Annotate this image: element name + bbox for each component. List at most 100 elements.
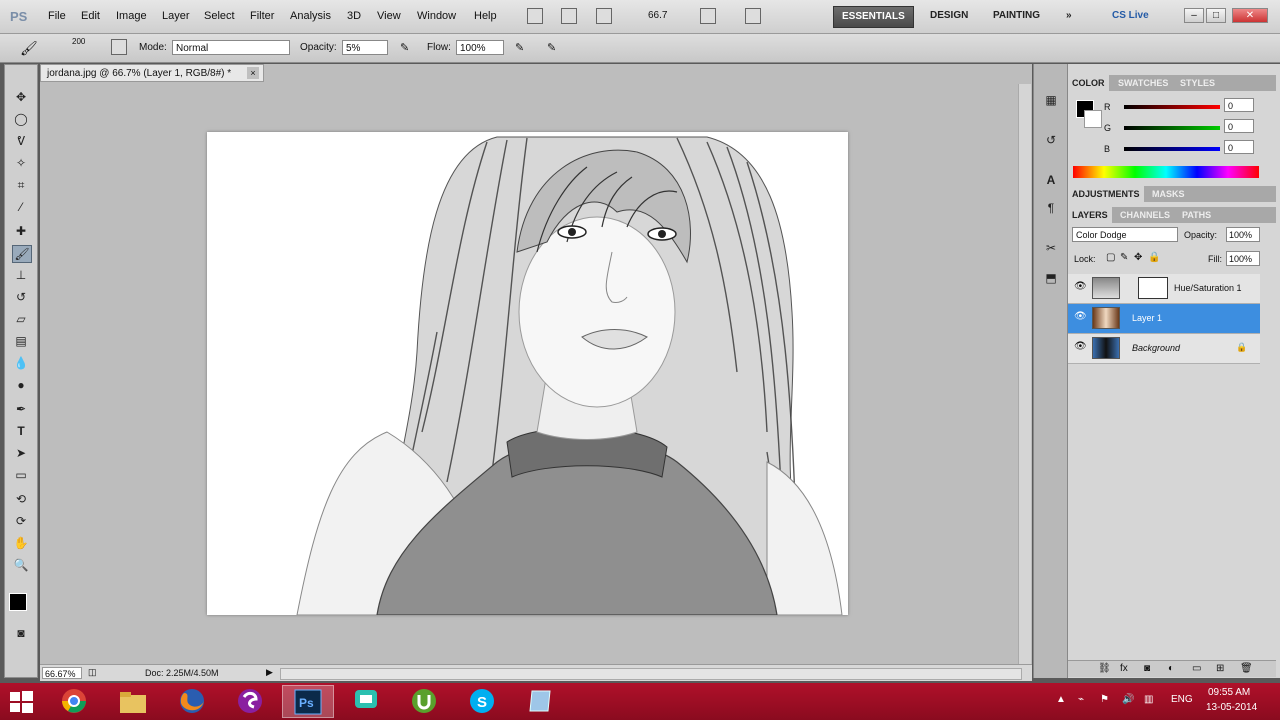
language-indicator[interactable]: ENG: [1171, 694, 1193, 705]
tab-styles[interactable]: STYLES: [1176, 75, 1219, 91]
dodge-tool-icon[interactable]: ●: [12, 377, 30, 393]
brush-tool-preset-icon[interactable]: 🖌: [20, 40, 38, 57]
color-spectrum-bar[interactable]: [1073, 166, 1259, 178]
history-panel-icon[interactable]: ↺: [1043, 132, 1059, 148]
layer-mask-thumbnail[interactable]: [1138, 277, 1168, 299]
red-slider[interactable]: [1124, 105, 1220, 109]
menu-view[interactable]: View: [377, 10, 401, 22]
visibility-eye-icon[interactable]: 👁: [1074, 282, 1087, 292]
superantispyware-taskbar-icon[interactable]: [224, 685, 276, 718]
shape-tool-icon[interactable]: ▭: [12, 467, 30, 483]
status-menu-arrow-icon[interactable]: ▶: [266, 667, 273, 678]
new-layer-icon[interactable]: ⊞: [1216, 663, 1224, 674]
clock-date[interactable]: 13-05-2014: [1206, 702, 1257, 713]
layer-row-layer-1[interactable]: 👁 Layer 1: [1068, 304, 1260, 334]
volume-icon[interactable]: 🔊: [1122, 694, 1134, 705]
minimize-button[interactable]: –: [1184, 8, 1204, 23]
layer-style-icon[interactable]: fx: [1120, 663, 1128, 674]
tab-adjustments[interactable]: ADJUSTMENTS: [1068, 186, 1144, 202]
character-panel-icon[interactable]: A: [1043, 172, 1059, 188]
workspace-essentials[interactable]: ESSENTIALS: [833, 6, 914, 28]
type-tool-icon[interactable]: T: [12, 423, 30, 439]
hangouts-taskbar-icon[interactable]: [340, 685, 392, 718]
lock-pixels-icon[interactable]: ✎: [1120, 252, 1128, 263]
view-extras-icon[interactable]: [596, 8, 612, 24]
pressure-size-icon[interactable]: ✎: [547, 41, 556, 54]
menu-select[interactable]: Select: [204, 10, 235, 22]
layer-row-hue-saturation[interactable]: 👁 Hue/Saturation 1: [1068, 274, 1260, 304]
lock-transparency-icon[interactable]: ▢: [1106, 252, 1115, 263]
close-button[interactable]: ✕: [1232, 8, 1268, 23]
start-button-windows-icon[interactable]: [6, 687, 36, 717]
quick-mask-icon[interactable]: ◙: [12, 625, 30, 641]
history-brush-tool-icon[interactable]: ↺: [12, 289, 30, 305]
tray-network-status-icon[interactable]: ⌁: [1078, 694, 1084, 705]
zoom-tool-icon[interactable]: 🔍: [12, 557, 30, 573]
menu-layer[interactable]: Layer: [162, 10, 190, 22]
red-value[interactable]: 0: [1224, 98, 1254, 112]
layer-opacity-field[interactable]: 100%: [1226, 227, 1260, 242]
chrome-taskbar-icon[interactable]: [48, 685, 100, 718]
opacity-field[interactable]: 5%: [342, 40, 388, 55]
crop-tool-icon[interactable]: ⌗: [12, 177, 30, 193]
tool-presets-icon[interactable]: ✂: [1043, 240, 1059, 256]
mini-bridge-icon[interactable]: [561, 8, 577, 24]
tab-paths[interactable]: PATHS: [1178, 207, 1215, 223]
zoom-level[interactable]: 66.7: [648, 10, 667, 21]
blend-mode-select[interactable]: Color Dodge: [1072, 227, 1178, 242]
menu-3d[interactable]: 3D: [347, 10, 361, 22]
brush-panel-icon[interactable]: [111, 39, 127, 55]
tab-color[interactable]: COLOR: [1068, 75, 1109, 91]
firefox-taskbar-icon[interactable]: [166, 685, 218, 718]
3d-rotate-tool-icon[interactable]: ⟲: [12, 491, 30, 507]
menu-image[interactable]: Image: [116, 10, 147, 22]
menu-filter[interactable]: Filter: [250, 10, 274, 22]
path-selection-tool-icon[interactable]: ➤: [12, 445, 30, 461]
green-value[interactable]: 0: [1224, 119, 1254, 133]
lock-position-icon[interactable]: ✥: [1134, 252, 1142, 263]
fill-field[interactable]: 100%: [1226, 251, 1260, 266]
notes-taskbar-icon[interactable]: [514, 685, 566, 718]
color-panel-background-swatch[interactable]: [1084, 110, 1102, 128]
cs-live-button[interactable]: CS Live: [1104, 6, 1157, 26]
blue-slider[interactable]: [1124, 147, 1220, 151]
add-mask-icon[interactable]: ◙: [1144, 663, 1150, 674]
menu-window[interactable]: Window: [417, 10, 456, 22]
close-tab-icon[interactable]: ×: [247, 67, 259, 79]
new-group-icon[interactable]: ▭: [1192, 663, 1201, 674]
visibility-eye-icon[interactable]: 👁: [1074, 342, 1087, 352]
green-slider[interactable]: [1124, 126, 1220, 130]
move-tool-icon[interactable]: ✥: [12, 89, 30, 105]
workspace-painting[interactable]: PAINTING: [985, 6, 1048, 26]
mode-select[interactable]: Normal: [172, 40, 290, 55]
utorrent-taskbar-icon[interactable]: [398, 685, 450, 718]
tray-flag-icon[interactable]: ⚑: [1100, 694, 1109, 705]
document-tab[interactable]: jordana.jpg @ 66.7% (Layer 1, RGB/8#) * …: [40, 64, 264, 82]
gradient-tool-icon[interactable]: ▤: [12, 333, 30, 349]
more-workspaces-button[interactable]: »: [1058, 6, 1080, 26]
tray-expand-icon[interactable]: ▲: [1056, 694, 1066, 705]
hand-tool-icon[interactable]: ✋: [12, 535, 30, 551]
pen-tool-icon[interactable]: ✒: [12, 401, 30, 417]
photoshop-taskbar-icon[interactable]: Ps: [282, 685, 334, 718]
paragraph-panel-icon[interactable]: ¶: [1043, 200, 1059, 216]
menu-help[interactable]: Help: [474, 10, 497, 22]
eyedropper-tool-icon[interactable]: ⁄: [12, 199, 30, 215]
network-icon[interactable]: ▥: [1144, 694, 1153, 705]
tab-channels[interactable]: CHANNELS: [1116, 207, 1174, 223]
tab-swatches[interactable]: SWATCHES: [1114, 75, 1172, 91]
horizontal-scrollbar[interactable]: [280, 668, 1022, 680]
delete-layer-icon[interactable]: 🗑: [1240, 663, 1253, 674]
3d-orbit-tool-icon[interactable]: ⟳: [12, 513, 30, 529]
lasso-tool-icon[interactable]: ᕓ: [12, 133, 30, 149]
eraser-tool-icon[interactable]: ▱: [12, 311, 30, 327]
flow-field[interactable]: 100%: [456, 40, 504, 55]
mini-bridge-panel-icon[interactable]: ▦: [1043, 92, 1059, 108]
foreground-color-swatch[interactable]: [9, 593, 27, 611]
bridge-icon[interactable]: [527, 8, 543, 24]
link-layers-icon[interactable]: ⛓: [1098, 663, 1111, 674]
visibility-eye-icon[interactable]: 👁: [1074, 312, 1087, 322]
blue-value[interactable]: 0: [1224, 140, 1254, 154]
layer-row-background[interactable]: 👁 Background 🔒: [1068, 334, 1260, 364]
brush-presets-icon[interactable]: ⬒: [1043, 270, 1059, 286]
